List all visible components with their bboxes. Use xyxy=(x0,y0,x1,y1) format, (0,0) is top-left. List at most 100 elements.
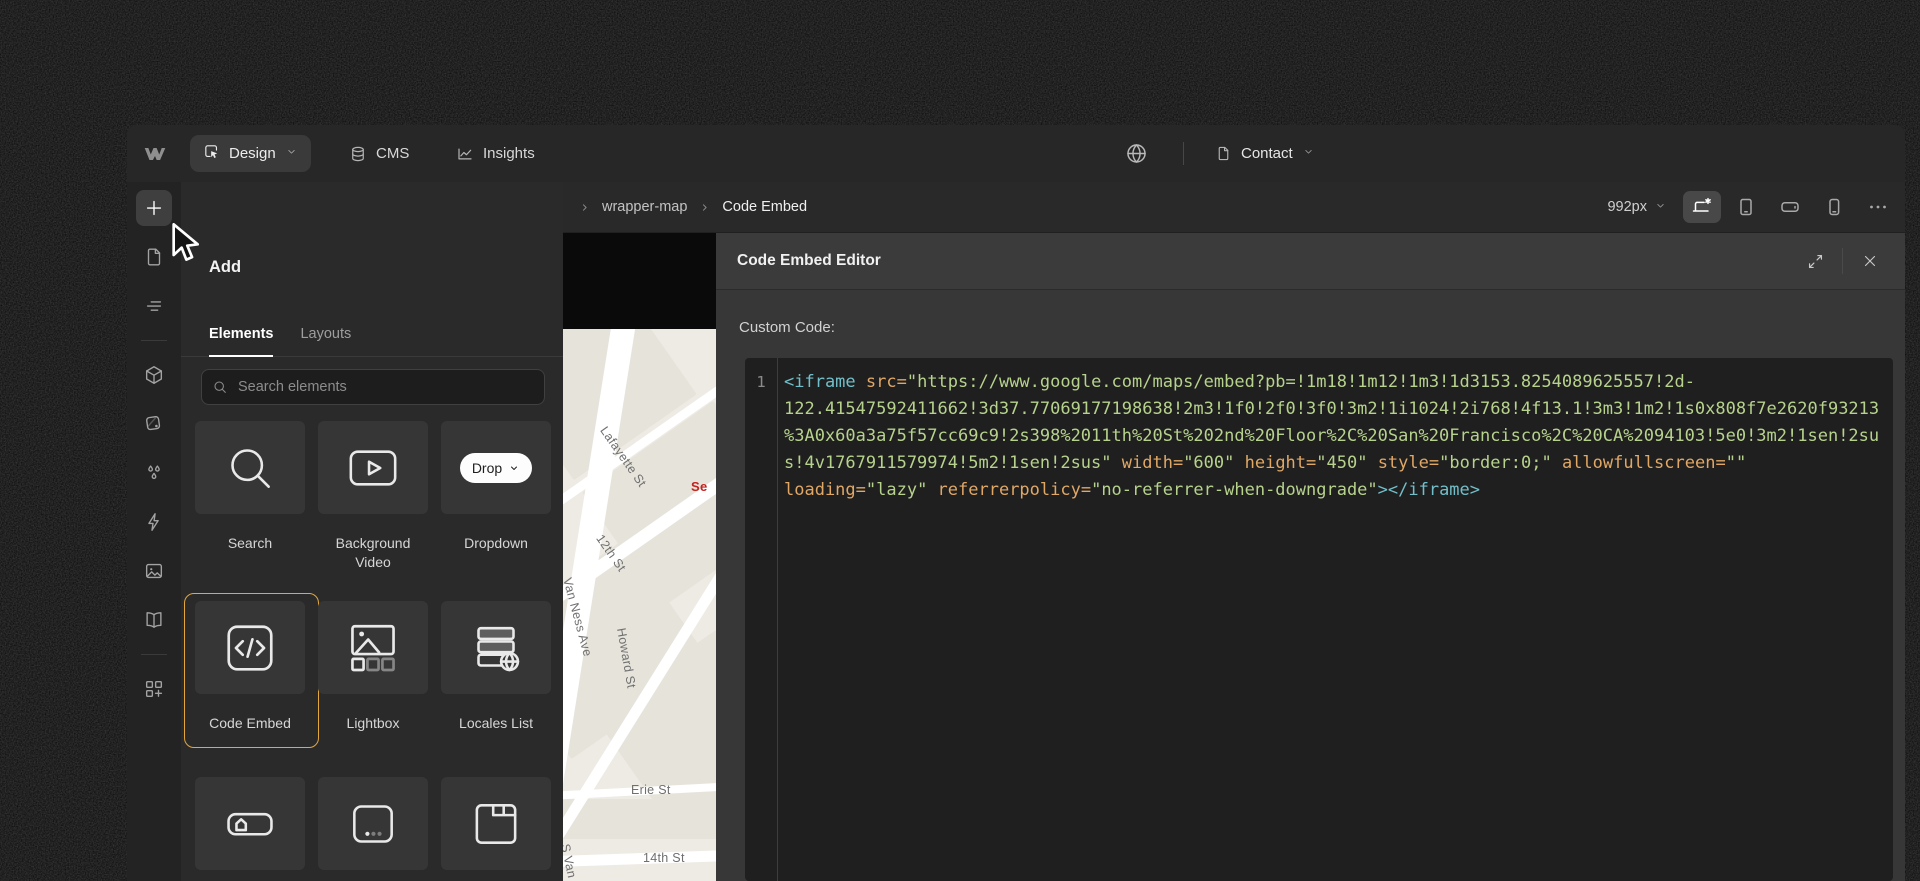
globe-icon[interactable] xyxy=(1124,141,1149,171)
search-elements-input[interactable] xyxy=(236,378,534,396)
tablet-breakpoint-icon[interactable] xyxy=(1727,191,1765,223)
left-toolbar xyxy=(127,182,181,881)
element-tile-background-video[interactable]: Background Video xyxy=(318,421,428,572)
desktop-breakpoint-icon[interactable] xyxy=(1683,191,1721,223)
code-line: loading="lazy" referrerpolicy="no-referr… xyxy=(784,480,1481,500)
breadcrumb-chevron-icon[interactable] xyxy=(578,201,591,214)
element-tile-el-tabs[interactable] xyxy=(441,777,551,870)
code-editor[interactable]: 1 <iframe src="https://www.google.com/ma… xyxy=(745,358,1893,881)
elements-row xyxy=(195,777,551,870)
map-street-label: 14th St xyxy=(643,851,685,865)
line-number: 1 xyxy=(756,373,766,391)
element-label: Locales List xyxy=(459,715,533,731)
phone-portrait-breakpoint-icon[interactable] xyxy=(1815,191,1853,223)
panel-tabs: Elements Layouts xyxy=(181,312,563,357)
breakpoint-toolbar: 992px xyxy=(1607,191,1897,223)
map-street xyxy=(563,849,716,868)
element-tile-el-slider[interactable] xyxy=(318,777,428,870)
editor-header: Code Embed Editor xyxy=(716,233,1905,290)
element-label: Code Embed xyxy=(209,715,291,731)
elements-row: Search Background Video Drop Dropdown xyxy=(195,421,551,572)
tab-elements[interactable]: Elements xyxy=(209,312,274,357)
search-icon xyxy=(212,379,228,395)
code-line: %3A0x60a3a75f57cc69c9!2s398%2011th%20St%… xyxy=(784,426,1880,446)
el-locales-icon xyxy=(441,601,551,694)
rail-components-button[interactable] xyxy=(136,357,172,393)
design-mode-button[interactable]: Design xyxy=(190,135,311,172)
element-label: Dropdown xyxy=(464,535,528,551)
el-tabs-icon xyxy=(441,777,551,870)
search-elements-box xyxy=(201,369,545,405)
breadcrumb-item-code-embed[interactable]: Code Embed xyxy=(722,199,807,215)
app-window: Design CMS Insights Contact Add Elements… xyxy=(127,125,1905,881)
el-dropdown-icon: Drop xyxy=(441,421,551,514)
breadcrumb-item-wrapper-map[interactable]: wrapper-map xyxy=(602,199,687,215)
el-bgvideo-icon xyxy=(318,421,428,514)
cms-label: CMS xyxy=(376,145,410,162)
rail-variables-button[interactable] xyxy=(136,406,172,442)
insights-button[interactable]: Insights xyxy=(456,125,535,182)
code-line: 122.41547592411662!3d37.77069177198638!2… xyxy=(784,399,1880,419)
page-selector-contact[interactable]: Contact xyxy=(1215,125,1315,182)
phone-landscape-breakpoint-icon[interactable] xyxy=(1771,191,1809,223)
map-block xyxy=(563,799,716,839)
element-tile-search[interactable]: Search xyxy=(195,421,305,572)
custom-code-label: Custom Code: xyxy=(739,319,835,336)
more-breakpoints-icon[interactable] xyxy=(1859,191,1897,223)
database-icon xyxy=(349,145,367,163)
map-street-label: Erie St xyxy=(631,783,671,797)
breadcrumb-chevron-icon xyxy=(698,201,711,214)
rail-libraries-button[interactable] xyxy=(136,602,172,638)
rail-assets-button[interactable] xyxy=(136,553,172,589)
breakpoint-width-dropdown[interactable]: 992px xyxy=(1607,199,1667,216)
code-embed-editor-panel: Code Embed Editor Custom Code: 1 <iframe… xyxy=(716,233,1905,881)
rail-divider xyxy=(141,340,167,341)
el-code-icon xyxy=(195,601,305,694)
rail-interactions-button[interactable] xyxy=(136,504,172,540)
top-bar: Design CMS Insights Contact xyxy=(127,125,1905,183)
panel-title: Add xyxy=(209,258,242,276)
code-line: s!4v1767911579974!5m2!1sen!2sus" width="… xyxy=(784,453,1747,473)
element-tile-lightbox[interactable]: Lightbox xyxy=(318,601,428,733)
add-elements-panel: Add Elements Layouts Advanced SearchBack… xyxy=(181,182,563,881)
element-tile-code-embed[interactable]: Code Embed xyxy=(184,593,319,748)
el-navbar-icon xyxy=(195,777,305,870)
editor-title: Code Embed Editor xyxy=(737,252,881,269)
cursor-select-icon xyxy=(203,143,220,164)
expand-icon[interactable] xyxy=(1794,243,1836,279)
topbar-separator xyxy=(1183,142,1184,165)
element-label: Lightbox xyxy=(346,715,400,731)
webflow-logo-icon[interactable] xyxy=(142,141,168,172)
el-search-icon xyxy=(195,421,305,514)
design-label: Design xyxy=(229,145,276,162)
chevron-down-icon xyxy=(1302,145,1315,162)
page-name-label: Contact xyxy=(1241,145,1293,162)
rail-apps-button[interactable] xyxy=(136,671,172,707)
element-label: Search xyxy=(227,535,273,551)
breadcrumb: wrapper-map Code Embed xyxy=(578,199,807,215)
el-slider-icon xyxy=(318,777,428,870)
line-number-gutter: 1 xyxy=(745,358,778,881)
google-map-embed[interactable]: Lafayette St Se 12th St Van Ness Ave Howard … xyxy=(563,329,716,881)
map-poi-label: Se xyxy=(691,479,708,494)
close-icon[interactable] xyxy=(1849,243,1891,279)
element-tile-dropdown[interactable]: Drop Dropdown xyxy=(441,421,551,572)
canvas-dark-section xyxy=(563,233,716,329)
rail-style-manager-button[interactable] xyxy=(136,455,172,491)
element-tile-el-navbar[interactable] xyxy=(195,777,305,870)
rail-add-elements-button[interactable] xyxy=(136,190,172,226)
cms-button[interactable]: CMS xyxy=(349,125,409,182)
element-tile-locales-list[interactable]: Locales List xyxy=(441,601,551,733)
breakpoint-width-label: 992px xyxy=(1607,199,1647,215)
rail-pages-button[interactable] xyxy=(136,239,172,275)
rail-navigator-button[interactable] xyxy=(136,288,172,324)
editor-actions-separator xyxy=(1842,248,1843,274)
tab-layouts[interactable]: Layouts xyxy=(300,312,351,356)
rail-divider xyxy=(141,654,167,655)
chevron-down-icon xyxy=(285,145,298,162)
insights-label: Insights xyxy=(483,145,535,162)
code-line: <iframe src="https://www.google.com/maps… xyxy=(784,372,1695,392)
dropdown-sample: Drop xyxy=(459,452,533,483)
elements-row: Code Embed Lightbox Locales List xyxy=(184,593,551,748)
chart-icon xyxy=(456,145,474,163)
